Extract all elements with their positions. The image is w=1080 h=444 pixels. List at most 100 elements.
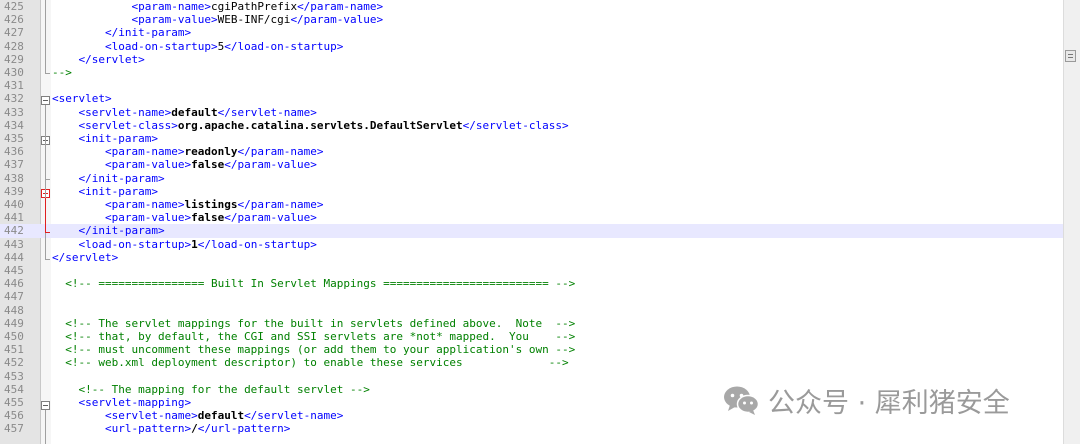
- line-number: 450: [4, 330, 24, 343]
- line-number: 435: [4, 132, 24, 145]
- code-line[interactable]: 425 <param-name>cgiPathPrefix</param-nam…: [0, 0, 1063, 13]
- code-line-current[interactable]: 442 </init-param>: [0, 224, 1063, 238]
- code-text: <servlet-name>default</servlet-name>: [52, 409, 343, 422]
- code-line[interactable]: 450 <!-- that, by default, the CGI and S…: [0, 330, 1063, 343]
- code-line[interactable]: 451 <!-- must uncomment these mappings (…: [0, 343, 1063, 356]
- fold-guide-line: [45, 0, 46, 73]
- code-line[interactable]: 437 <param-value>false</param-value>: [0, 158, 1063, 171]
- code-line[interactable]: 448: [0, 304, 1063, 317]
- code-line[interactable]: 433 <servlet-name>default</servlet-name>: [0, 106, 1063, 119]
- code-text: <servlet-mapping>: [52, 396, 192, 409]
- line-number: 431: [4, 79, 24, 93]
- xml-tag: </servlet-name>: [244, 409, 344, 423]
- code-line[interactable]: 440 <param-name>listings</param-name>: [0, 198, 1063, 211]
- xml-text: [52, 383, 79, 396]
- line-number: 428: [4, 39, 24, 53]
- xml-tag: </servlet-name>: [217, 105, 317, 119]
- code-line[interactable]: 445: [0, 264, 1063, 277]
- watermark: 公众号 · 犀利猪安全: [722, 380, 1010, 420]
- code-line[interactable]: 441 <param-value>false</param-value>: [0, 211, 1063, 224]
- code-line[interactable]: 432 <servlet>: [0, 92, 1063, 105]
- line-number: 439: [4, 184, 24, 198]
- xml-tag: </load-on-startup>: [224, 39, 344, 53]
- code-text: <servlet-name>default</servlet-name>: [52, 106, 317, 119]
- line-number: 426: [4, 13, 24, 27]
- code-text: <param-value>false</param-value>: [52, 158, 317, 171]
- xml-text: [52, 224, 79, 237]
- code-line[interactable]: 426 <param-value>WEB-INF/cgi</param-valu…: [0, 13, 1063, 26]
- code-line[interactable]: 444 </servlet>: [0, 251, 1063, 264]
- xml-text: [52, 40, 105, 53]
- code-line[interactable]: 436 <param-name>readonly</param-name>: [0, 145, 1063, 158]
- code-text: <init-param>: [52, 132, 158, 145]
- xml-text: listings: [184, 198, 238, 211]
- code-line[interactable]: 452 <!-- web.xml deployment descriptor) …: [0, 356, 1063, 369]
- line-number: 442: [4, 224, 24, 238]
- line-number: 434: [4, 118, 24, 132]
- code-text: <param-name>readonly</param-name>: [52, 145, 324, 158]
- code-line[interactable]: 449 <!-- The servlet mappings for the bu…: [0, 317, 1063, 330]
- code-line[interactable]: 427 </init-param>: [0, 26, 1063, 39]
- xml-tag: </servlet>: [78, 52, 145, 66]
- code-line[interactable]: 438 </init-param>: [0, 172, 1063, 185]
- xml-tag: <param-value>: [131, 13, 218, 27]
- xml-tag: <param-value>: [104, 158, 192, 172]
- fold-end-marker-active: [45, 232, 50, 233]
- fold-guide-line: [45, 105, 46, 259]
- fold-end-marker: [45, 179, 50, 180]
- xml-comment: <!-- that, by default, the CGI and SSI s…: [65, 330, 576, 343]
- line-number: 446: [4, 277, 24, 291]
- line-number: 451: [4, 343, 24, 357]
- code-text: <!-- must uncomment these mappings (or a…: [52, 343, 575, 356]
- xml-tag: <servlet-name>: [104, 409, 198, 423]
- vertical-scrollbar[interactable]: [1063, 0, 1080, 444]
- xml-text: [52, 53, 79, 66]
- code-line[interactable]: 443 <load-on-startup>1</load-on-startup>: [0, 238, 1063, 251]
- scrollbar-thumb[interactable]: [1065, 50, 1076, 62]
- xml-tag: <servlet-name>: [78, 105, 172, 119]
- code-line[interactable]: 435 <init-param>: [0, 132, 1063, 145]
- code-line[interactable]: 429 </servlet>: [0, 53, 1063, 66]
- code-line[interactable]: 430 -->: [0, 66, 1063, 79]
- line-number: 448: [4, 303, 24, 317]
- code-line[interactable]: 431: [0, 79, 1063, 92]
- code-line[interactable]: 434 <servlet-class>org.apache.catalina.s…: [0, 119, 1063, 132]
- xml-text: [52, 119, 79, 132]
- xml-text: cgiPathPrefix: [210, 0, 298, 13]
- code-editor[interactable]: 425 <param-name>cgiPathPrefix</param-nam…: [0, 0, 1080, 444]
- fold-toggle-icon[interactable]: [41, 96, 50, 105]
- code-text: <!-- The servlet mappings for the built …: [52, 317, 575, 330]
- line-number: 433: [4, 105, 24, 119]
- code-line[interactable]: 457 <url-pattern>/</url-pattern>: [0, 422, 1063, 435]
- xml-tag: </init-param>: [78, 171, 165, 185]
- code-text: <!-- web.xml deployment descriptor) to e…: [52, 356, 568, 369]
- line-number: 432: [4, 92, 24, 106]
- xml-text: [52, 211, 105, 224]
- code-line[interactable]: 428 <load-on-startup>5</load-on-startup>: [0, 40, 1063, 53]
- xml-text: [52, 185, 79, 198]
- code-text: </init-param>: [52, 172, 165, 185]
- xml-tag: <servlet-class>: [78, 118, 178, 132]
- fold-toggle-icon[interactable]: [41, 401, 50, 410]
- code-line[interactable]: 446 <!-- ================ Built In Servl…: [0, 277, 1063, 290]
- xml-text: default: [197, 409, 245, 423]
- code-text: <load-on-startup>5</load-on-startup>: [52, 40, 343, 53]
- xml-comment: <!-- The mapping for the default servlet…: [78, 382, 370, 396]
- xml-tag: </load-on-startup>: [197, 237, 317, 251]
- code-line[interactable]: 447: [0, 290, 1063, 303]
- line-number: 455: [4, 396, 24, 409]
- xml-tag: </init-param>: [78, 224, 165, 238]
- code-text: </init-param>: [52, 26, 191, 39]
- xml-tag: </param-value>: [224, 211, 317, 225]
- xml-text: [52, 172, 79, 185]
- xml-comment: -->: [52, 66, 72, 79]
- code-line[interactable]: 439 <init-param>: [0, 185, 1063, 198]
- xml-tag: <url-pattern>: [104, 422, 192, 436]
- xml-text: false: [191, 158, 225, 172]
- line-number: 436: [4, 145, 24, 159]
- line-number: 441: [4, 211, 24, 225]
- line-number: 453: [4, 369, 24, 383]
- line-number: 430: [4, 66, 24, 79]
- code-text: <param-name>listings</param-name>: [52, 198, 324, 211]
- code-text: </servlet>: [52, 53, 145, 66]
